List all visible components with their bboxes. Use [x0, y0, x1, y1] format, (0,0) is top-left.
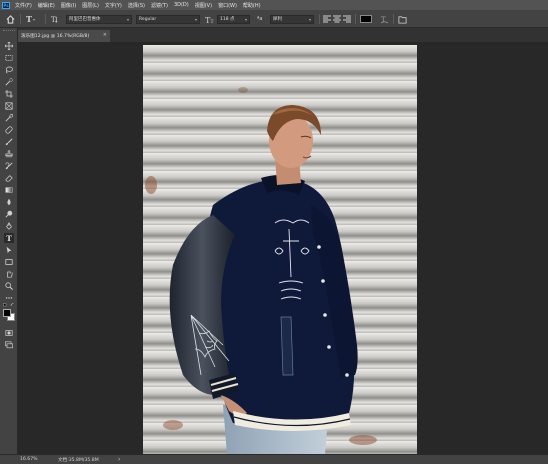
font-size-select[interactable]: 118 点 ▾ — [217, 14, 250, 24]
align-center-icon[interactable] — [333, 14, 341, 24]
crop-tool-icon[interactable] — [4, 89, 14, 99]
antialias-select[interactable]: 犀利 ▾ — [270, 14, 314, 24]
tools-panel: T — [0, 28, 18, 454]
toolbar-grip[interactable] — [3, 30, 15, 32]
photo-content — [143, 45, 417, 454]
quick-select-tool-icon[interactable] — [4, 77, 14, 87]
warp-text-icon[interactable]: T — [380, 14, 389, 24]
font-size-icon: TT — [205, 14, 215, 24]
svg-text:T: T — [51, 15, 56, 24]
document-size: 文档:35.8M/35.8M — [58, 457, 99, 463]
healing-brush-tool-icon[interactable] — [4, 125, 14, 135]
menu-window[interactable]: 窗口(W) — [215, 2, 240, 9]
move-tool-icon[interactable] — [4, 41, 14, 51]
options-bar: T ▾ T 阿里巴巴普惠体 ▾ Regular ▾ TT 118 点 ▾ ªa 犀利 ▾ … — [0, 10, 548, 28]
svg-text:T: T — [6, 234, 12, 242]
character-panel-icon[interactable] — [398, 14, 407, 24]
menu-select[interactable]: 选择(S) — [125, 2, 148, 9]
app-logo-text: Ps — [2, 1, 10, 9]
antialias-icon: ªa — [257, 16, 263, 22]
antialias-value: 犀利 — [273, 17, 282, 22]
photoshop-logo[interactable]: Ps — [0, 0, 12, 10]
home-icon[interactable] — [6, 14, 15, 24]
document-image[interactable] — [143, 45, 417, 454]
chevron-down-icon: ▾ — [126, 16, 129, 22]
menu-layer[interactable]: 图层(L) — [79, 2, 102, 9]
chevron-down-icon: ▾ — [244, 16, 247, 22]
menu-filter[interactable]: 滤镜(T) — [148, 2, 171, 9]
menu-view[interactable]: 视图(V) — [192, 2, 215, 9]
document-tab-bar: 滚乐图12.jpg @ 16.7%(RGB/8) × — [18, 28, 548, 42]
dodge-tool-icon[interactable] — [4, 209, 14, 219]
pen-tool-icon[interactable] — [4, 221, 14, 231]
menu-3d[interactable]: 3D(D) — [171, 2, 192, 8]
menu-file[interactable]: 文件(F) — [12, 2, 35, 9]
font-size-value: 118 点 — [220, 17, 235, 22]
font-style-value: Regular — [139, 16, 157, 22]
eyedropper-tool-icon[interactable] — [4, 113, 14, 123]
quick-mask-icon[interactable] — [4, 328, 14, 338]
menu-help[interactable]: 帮助(H) — [240, 2, 264, 9]
text-orientation-icon[interactable]: T — [50, 14, 59, 24]
document-tab-label: 滚乐图12.jpg @ 16.7%(RGB/8) — [21, 34, 90, 39]
menu-bar: Ps 文件(F) 编辑(E) 图像(I) 图层(L) 文字(Y) 选择(S) 滤… — [0, 0, 548, 10]
foreground-color-swatch[interactable] — [3, 309, 11, 317]
gradient-tool-icon[interactable] — [4, 185, 14, 195]
menu-edit[interactable]: 编辑(E) — [35, 2, 58, 9]
frame-tool-icon[interactable] — [4, 101, 14, 111]
screen-mode-icon[interactable] — [4, 340, 14, 350]
zoom-tool-icon[interactable] — [4, 281, 14, 291]
font-style-select[interactable]: Regular ▾ — [136, 14, 200, 24]
path-selection-tool-icon[interactable] — [4, 245, 14, 255]
eraser-tool-icon[interactable] — [4, 173, 14, 183]
document-tab[interactable]: 滚乐图12.jpg @ 16.7%(RGB/8) × — [18, 30, 110, 42]
swap-default-colors-icon[interactable] — [3, 303, 15, 307]
rectangle-tool-icon[interactable] — [4, 257, 14, 267]
svg-text:T: T — [210, 19, 213, 24]
brush-tool-icon[interactable] — [4, 137, 14, 147]
blur-tool-icon[interactable] — [4, 197, 14, 207]
text-color-swatch[interactable] — [360, 14, 372, 24]
marquee-tool-icon[interactable] — [4, 53, 14, 63]
zoom-level[interactable]: 16.67% — [20, 457, 38, 462]
more-tools-icon[interactable] — [4, 293, 14, 303]
font-family-value: 阿里巴巴普惠体 — [69, 17, 101, 22]
history-brush-tool-icon[interactable] — [4, 161, 14, 171]
type-tool-icon[interactable]: T — [4, 233, 14, 243]
hand-tool-icon[interactable] — [4, 269, 14, 279]
align-right-icon[interactable] — [343, 14, 351, 24]
menu-type[interactable]: 文字(Y) — [102, 2, 125, 9]
font-family-select[interactable]: 阿里巴巴普惠体 ▾ — [66, 14, 132, 24]
type-tool-icon[interactable]: T ▾ — [26, 14, 35, 24]
align-left-icon[interactable] — [323, 14, 331, 24]
menu-image[interactable]: 图像(I) — [58, 2, 79, 9]
chevron-down-icon: ▾ — [194, 16, 197, 22]
status-bar: 16.67% 文档:35.8M/35.8M › — [0, 454, 548, 464]
chevron-down-icon: ▾ — [308, 16, 311, 22]
lasso-tool-icon[interactable] — [4, 65, 14, 75]
clone-stamp-tool-icon[interactable] — [4, 149, 14, 159]
close-icon[interactable]: × — [103, 32, 107, 38]
status-menu-arrow[interactable]: › — [118, 456, 120, 463]
